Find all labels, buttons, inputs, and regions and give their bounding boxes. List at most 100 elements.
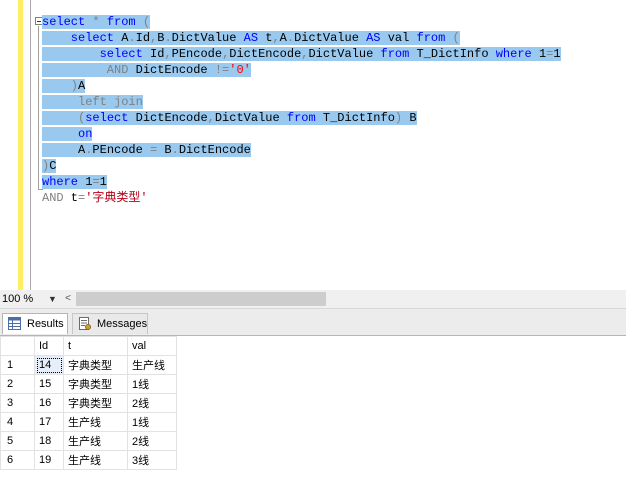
cell-t[interactable]: 字典类型 (63, 393, 128, 413)
row-number-header[interactable] (0, 336, 35, 356)
cell-t[interactable]: 生产线 (63, 431, 128, 451)
code-token: from (286, 111, 316, 125)
outline-guide (38, 26, 39, 190)
tab-results[interactable]: Results (2, 313, 68, 334)
code-token: C (49, 159, 57, 173)
code-token: A (279, 31, 287, 45)
code-token: DictValue (294, 31, 367, 45)
code-token: select (42, 31, 115, 45)
cell-val[interactable]: 生产线 (127, 355, 177, 375)
row-number[interactable]: 3 (0, 393, 35, 413)
cell-id[interactable]: 15 (34, 374, 64, 394)
code-token: != (214, 63, 230, 77)
code-token: t (258, 31, 273, 45)
code-token: . (286, 31, 295, 45)
messages-icon (79, 317, 91, 330)
code-line[interactable]: left join (42, 94, 143, 110)
code-token: T_DictInfo (315, 111, 395, 125)
code-token: '0' (229, 63, 251, 77)
code-token: ) (42, 79, 79, 93)
code-token: DictEncode (128, 111, 208, 125)
tab-messages-label: Messages (97, 318, 148, 330)
column-header-val[interactable]: val (127, 336, 177, 356)
column-header-id[interactable]: Id (34, 336, 64, 356)
results-grid-icon (8, 317, 21, 330)
chevron-down-icon[interactable]: ▼ (48, 291, 57, 307)
cell-val[interactable]: 3线 (127, 450, 177, 470)
cell-t[interactable]: 字典类型 (63, 355, 128, 375)
code-token: 1 (531, 47, 547, 61)
code-token: DictEncode (128, 63, 215, 77)
table-row[interactable]: 4 17 生产线 1线 (0, 412, 177, 432)
table-row[interactable]: 6 19 生产线 3线 (0, 450, 177, 470)
code-token: , (207, 111, 215, 125)
code-token: on (42, 127, 93, 141)
table-row[interactable]: 1 14 字典类型 生产线 (0, 355, 177, 375)
code-token: DictEncode (178, 143, 251, 157)
table-row[interactable]: 3 16 字典类型 2线 (0, 393, 177, 413)
row-number[interactable]: 6 (0, 450, 35, 470)
cell-val[interactable]: 2线 (127, 431, 177, 451)
code-token: 1 (99, 175, 107, 189)
code-token: ( (135, 15, 151, 29)
cell-t[interactable]: 生产线 (63, 450, 128, 470)
scroll-left-icon[interactable]: < (62, 291, 74, 307)
results-tabs: Results Messages (0, 308, 626, 336)
code-token: B (409, 111, 417, 125)
code-token: AS (243, 31, 259, 45)
code-token: . (171, 143, 179, 157)
column-header-t[interactable]: t (63, 336, 128, 356)
code-token: A (42, 143, 86, 157)
cell-val[interactable]: 1线 (127, 374, 177, 394)
code-token: , (164, 47, 172, 61)
code-line[interactable]: AND DictEncode !='0' (42, 62, 251, 78)
code-token: from (416, 31, 446, 45)
code-line[interactable]: select * from ( (42, 14, 151, 30)
code-line[interactable]: )C (42, 158, 57, 174)
code-token: '字典类型' (85, 191, 148, 205)
row-number[interactable]: 5 (0, 431, 35, 451)
code-token: 1 (78, 175, 93, 189)
row-number[interactable]: 2 (0, 374, 35, 394)
cell-val[interactable]: 2线 (127, 393, 177, 413)
code-token: t (63, 191, 79, 205)
code-line[interactable]: AND t='字典类型' (42, 190, 148, 206)
zoom-value: 100 % (2, 293, 34, 305)
code-token: DictValue (171, 31, 244, 45)
cell-t[interactable]: 生产线 (63, 412, 128, 432)
tab-messages[interactable]: Messages (72, 313, 148, 334)
code-line[interactable]: on (42, 126, 93, 142)
code-line[interactable]: A.PEncode = B.DictEncode (42, 142, 251, 158)
code-line[interactable]: select Id,PEncode,DictEncode,DictValue f… (42, 46, 561, 62)
code-token: * (85, 15, 107, 29)
code-line[interactable]: (select DictEncode,DictValue from T_Dict… (42, 110, 417, 126)
query-editor[interactable]: select * from ( select A.Id,B.DictValue … (0, 0, 626, 290)
cell-val[interactable]: 1线 (127, 412, 177, 432)
table-row[interactable]: 2 15 字典类型 1线 (0, 374, 177, 394)
cell-id[interactable]: 14 (34, 355, 64, 375)
code-token: AND (42, 63, 129, 77)
horizontal-scrollbar-thumb[interactable] (76, 292, 326, 306)
table-row[interactable]: 5 18 生产线 2线 (0, 431, 177, 451)
row-number[interactable]: 4 (0, 412, 35, 432)
cell-t[interactable]: 字典类型 (63, 374, 128, 394)
cell-id[interactable]: 19 (34, 450, 64, 470)
code-line[interactable]: select A.Id,B.DictValue AS t,A.DictValue… (42, 30, 460, 46)
cell-id[interactable]: 16 (34, 393, 64, 413)
results-grid[interactable]: Id t val 1 14 字典类型 生产线 2 15 字典类型 1线 3 16… (0, 335, 626, 483)
code-token: A (78, 79, 86, 93)
code-line[interactable]: )A (42, 78, 86, 94)
cell-id[interactable]: 17 (34, 412, 64, 432)
cell-id[interactable]: 18 (34, 431, 64, 451)
code-token: B (157, 143, 172, 157)
code-line[interactable]: where 1=1 (42, 174, 107, 190)
editor-status-row: 100 % ▼ < (0, 290, 626, 308)
code-token: ( (42, 111, 86, 125)
row-number[interactable]: 1 (0, 355, 35, 375)
code-token: PEncode (92, 143, 151, 157)
code-token: DictEncode (229, 47, 302, 61)
code-token: = (92, 175, 100, 189)
code-token: Id (142, 47, 165, 61)
code-token: AND (42, 191, 64, 205)
code-token: DictValue (214, 111, 287, 125)
